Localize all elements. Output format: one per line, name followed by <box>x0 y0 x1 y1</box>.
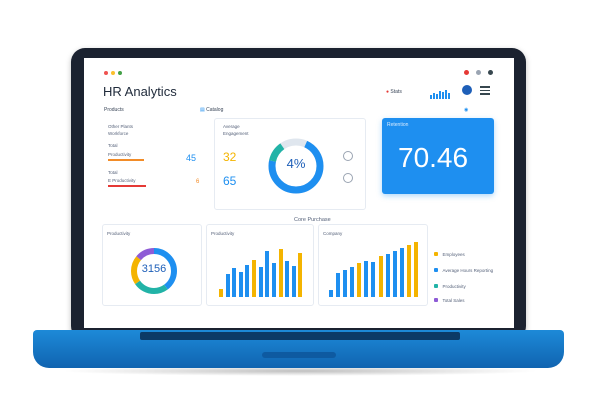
panel-title: Productivity <box>211 231 235 236</box>
section-title: Core Purchase <box>294 217 331 223</box>
chart-bar <box>371 262 376 297</box>
products-value: 6 <box>196 179 200 185</box>
products-row-label: Workforce <box>108 131 129 136</box>
chart-bar <box>406 245 411 297</box>
chart-bar <box>399 248 404 297</box>
legend-swatch <box>434 284 438 288</box>
chart-bar <box>271 263 276 297</box>
header-link[interactable]: ● Stats <box>386 89 402 95</box>
chart-bar <box>245 265 250 297</box>
toggle-icon[interactable] <box>343 151 353 161</box>
chart-bar <box>392 251 397 297</box>
legend: Employees Average Hours Reporting Produc… <box>434 243 504 305</box>
engagement-title: Average <box>223 124 240 129</box>
products-row-label: Other Plants <box>108 124 134 129</box>
bar-chart-right <box>329 239 421 297</box>
chart-bar <box>357 263 362 297</box>
products-row-label: E Productivity <box>108 178 136 183</box>
kpi-value: 70.46 <box>398 142 469 173</box>
panel-title: Productivity <box>107 231 131 236</box>
chart-bar <box>298 253 303 297</box>
chart-bar <box>350 267 355 297</box>
laptop-keyboard <box>140 332 460 340</box>
filter-label: Catalog <box>206 107 224 113</box>
engagement-subtitle: Engagement <box>223 131 249 136</box>
window-close-dot[interactable] <box>104 71 108 75</box>
chart-bar <box>413 242 418 297</box>
chart-bar <box>364 261 369 297</box>
window-maximize-dot[interactable] <box>118 71 122 75</box>
legend-swatch <box>434 268 438 272</box>
chart-bar <box>258 267 263 297</box>
donut-center-value: 4% <box>286 156 306 171</box>
filter-icon: ◉ <box>464 107 469 113</box>
donut-center-value: 3156 <box>141 263 167 275</box>
legend-label: Employees <box>442 252 465 257</box>
laptop-trackpad <box>262 352 336 358</box>
user-avatar[interactable] <box>462 85 472 95</box>
engagement-panel: Average Engagement 32 65 4% <box>214 118 366 210</box>
chart-bar <box>225 274 230 297</box>
engagement-donut: 4% <box>264 134 328 198</box>
engagement-value-1: 32 <box>223 150 237 164</box>
laptop-screen: HR Analytics ● Stats Products ▤ Catalog … <box>84 58 514 328</box>
legend-swatch <box>434 298 438 302</box>
filter-control[interactable]: ▤ Catalog <box>200 107 223 113</box>
chart-bar <box>385 254 390 297</box>
kpi-label: Retention <box>387 122 409 128</box>
retention-kpi-card[interactable]: Retention 70.46 <box>382 118 494 194</box>
productivity-donut-panel: Productivity 3156 <box>102 224 202 306</box>
chart-bar <box>219 289 223 297</box>
legend-swatch <box>434 252 438 256</box>
legend-label: Total Sales <box>442 298 465 303</box>
bar-chart-mid <box>219 245 305 297</box>
panel-title: Company <box>323 231 343 236</box>
chart-bar <box>378 256 383 297</box>
legend-label: Average Hours Reporting <box>442 268 494 273</box>
top-right-filter[interactable]: ◉ <box>464 107 468 113</box>
settings-icon[interactable] <box>488 70 493 75</box>
progress-bar <box>108 159 144 161</box>
chart-bar <box>336 273 341 297</box>
chart-bar <box>329 290 333 297</box>
productivity-bar-panel: Productivity <box>206 224 314 306</box>
sparkline-icon <box>430 86 452 99</box>
menu-icon[interactable] <box>480 86 490 95</box>
products-row-label: Total <box>108 143 118 148</box>
chart-bar <box>343 270 348 297</box>
legend-item: Total Sales <box>434 289 464 307</box>
calendar-icon: ▤ <box>200 107 205 113</box>
chart-bar <box>278 249 283 297</box>
products-panel: Other Plants Workforce Total Productivit… <box>104 123 208 203</box>
products-value: 45 <box>186 153 197 163</box>
chart-bar <box>238 272 243 297</box>
engagement-value-2: 65 <box>223 174 237 188</box>
app-title: HR Analytics <box>103 84 177 99</box>
window-minimize-dot[interactable] <box>111 71 115 75</box>
progress-bar <box>108 185 146 187</box>
company-bar-panel: Company <box>318 224 428 306</box>
notification-icon[interactable] <box>464 70 469 75</box>
chart-bar <box>291 266 296 297</box>
help-icon[interactable] <box>476 70 481 75</box>
chart-bar <box>285 261 290 297</box>
pin-icon: ● <box>386 89 390 95</box>
productivity-donut: 3156 <box>126 243 182 299</box>
products-row-label: Productivity <box>108 152 132 157</box>
chart-bar <box>252 260 257 297</box>
chart-bar <box>232 268 237 297</box>
chart-bar <box>265 251 270 297</box>
header-link-label: Stats <box>390 89 402 95</box>
toggle-icon[interactable] <box>343 173 353 183</box>
products-heading: Products <box>104 107 124 113</box>
products-row-label: Total <box>108 170 118 175</box>
